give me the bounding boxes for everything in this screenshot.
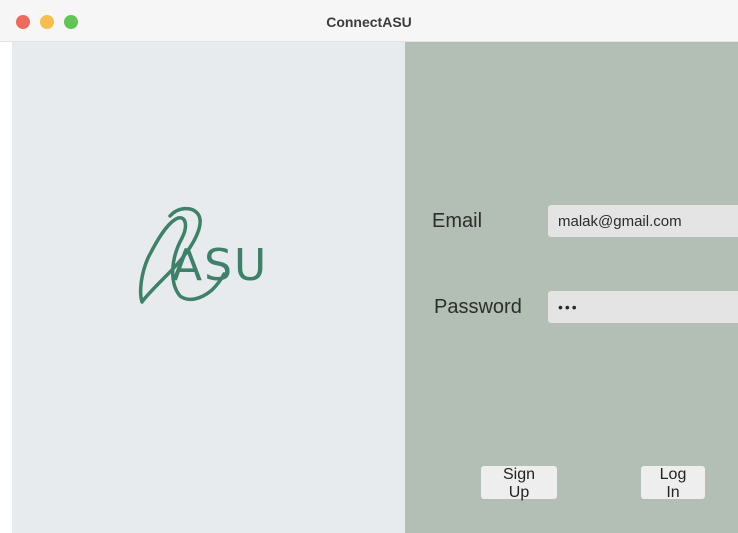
app-window: ConnectASU ASU Email Password Sign Up Lo… bbox=[0, 0, 738, 533]
password-label: Password bbox=[434, 296, 522, 318]
password-field[interactable] bbox=[548, 291, 738, 323]
login-pane: Email Password Sign Up Log In bbox=[405, 42, 738, 533]
window-title: ConnectASU bbox=[326, 14, 412, 30]
email-field[interactable] bbox=[548, 205, 738, 237]
title-bar: ConnectASU bbox=[0, 0, 738, 42]
branding-pane: ASU bbox=[12, 42, 405, 533]
logo-text: ASU bbox=[172, 240, 268, 291]
email-label: Email bbox=[432, 210, 483, 232]
sign-up-button[interactable]: Sign Up bbox=[481, 466, 557, 501]
asu-logo: ASU bbox=[138, 206, 268, 304]
log-in-button[interactable]: Log In bbox=[641, 466, 705, 501]
